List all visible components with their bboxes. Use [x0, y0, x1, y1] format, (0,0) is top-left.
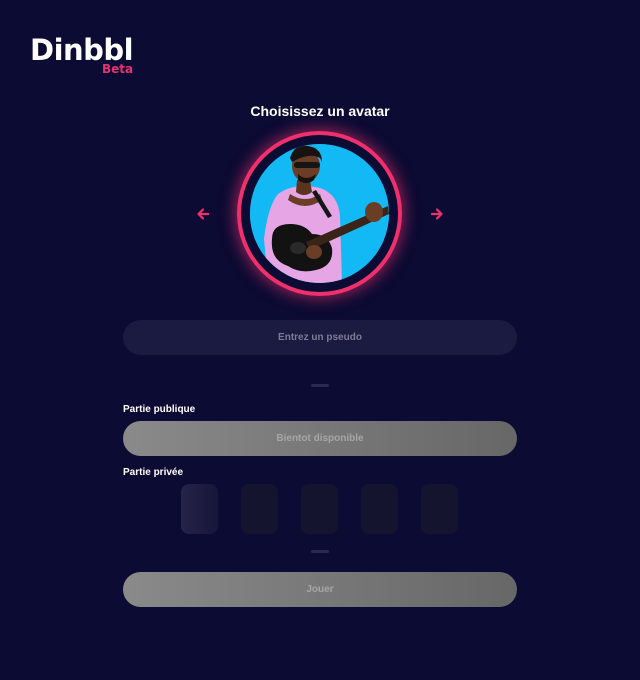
avatar-frame[interactable] — [237, 131, 402, 296]
private-code-box-3[interactable] — [301, 484, 338, 534]
beta-badge: Beta — [102, 62, 134, 76]
next-avatar-button[interactable] — [427, 204, 447, 224]
avatar-image — [250, 144, 389, 283]
private-code-box-5[interactable] — [421, 484, 458, 534]
pseudo-input[interactable] — [123, 320, 517, 355]
private-code-box-2[interactable] — [241, 484, 278, 534]
private-code-box-1[interactable] — [181, 484, 218, 534]
play-button[interactable]: Jouer — [123, 572, 517, 607]
divider — [311, 550, 329, 553]
logo: Dinbbl Beta — [30, 33, 134, 76]
arrow-left-icon — [197, 208, 209, 220]
divider — [311, 384, 329, 387]
previous-avatar-button[interactable] — [193, 204, 213, 224]
avatar-section-title: Choisissez un avatar — [250, 103, 390, 119]
public-game-button-label: Bientot disponible — [276, 433, 364, 444]
play-button-label: Jouer — [306, 584, 334, 595]
public-section-label: Partie publique — [123, 404, 196, 415]
private-code-box-4[interactable] — [361, 484, 398, 534]
private-section-label: Partie privée — [123, 467, 184, 478]
arrow-right-icon — [431, 208, 443, 220]
public-game-button[interactable]: Bientot disponible — [123, 421, 517, 456]
